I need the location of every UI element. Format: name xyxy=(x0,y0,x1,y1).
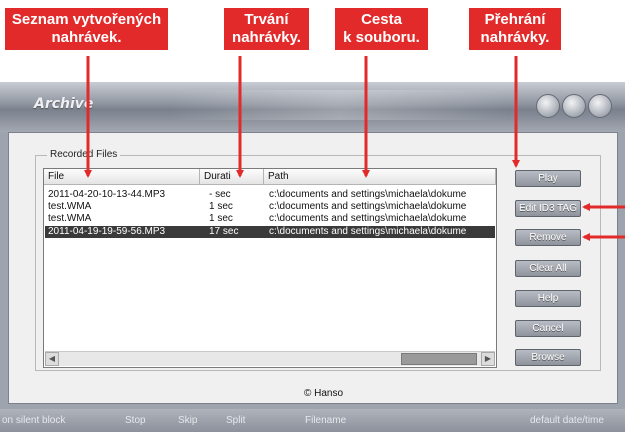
callout-text: Trvání xyxy=(244,11,289,28)
file-cell: 2011-04-19-19-59-56.MP3 xyxy=(48,226,166,237)
callout-text: k souboru. xyxy=(343,29,420,46)
edit-id3-tag-button[interactable]: Edit ID3 TAG xyxy=(515,200,581,217)
scroll-right-arrow-icon[interactable]: ▶ xyxy=(481,352,495,366)
callout-text: Přehrání xyxy=(484,11,546,28)
callout-text: Seznam vytvořených xyxy=(11,11,162,28)
clear-all-button[interactable]: Clear All xyxy=(515,260,581,277)
minimize-button[interactable] xyxy=(536,94,560,118)
status-split[interactable]: Split xyxy=(226,415,245,426)
status-stop[interactable]: Stop xyxy=(125,415,146,426)
callout-text: nahrávek. xyxy=(51,29,122,46)
close-button[interactable] xyxy=(588,94,612,118)
callout-text: nahrávky. xyxy=(232,29,301,46)
copyright-text: © Hanso xyxy=(304,388,344,399)
title-bar[interactable]: Archive xyxy=(0,82,625,132)
status-datetime: default date/time xyxy=(530,415,604,426)
status-bar: on silent block Stop Skip Split Filename… xyxy=(0,409,625,432)
duration-cell: 1 sec xyxy=(209,201,233,212)
file-cell: 2011-04-20-10-13-44.MP3 xyxy=(48,189,166,200)
scroll-left-arrow-icon[interactable]: ◀ xyxy=(45,352,59,366)
window-title: Archive xyxy=(34,96,94,112)
column-header-file[interactable]: File xyxy=(44,169,200,185)
status-filename: Filename xyxy=(305,415,347,426)
callout-path: Cesta k souboru. xyxy=(335,8,428,50)
status-silent-block: on silent block xyxy=(2,415,66,426)
duration-cell: 1 sec xyxy=(209,213,233,224)
table-row[interactable]: test.WMA 1 sec c:\documents and settings… xyxy=(45,201,495,213)
path-cell: c:\documents and settings\michaela\dokum… xyxy=(269,201,467,212)
callout-text: nahrávky. xyxy=(480,29,550,46)
path-cell: c:\documents and settings\michaela\dokum… xyxy=(269,213,467,224)
group-label: Recorded Files xyxy=(47,149,121,160)
callout-playback: Přehrání nahrávky. xyxy=(469,8,561,50)
horizontal-scrollbar[interactable]: ◀ ▶ xyxy=(45,351,495,366)
table-row-selected[interactable]: 2011-04-19-19-59-56.MP3 17 sec c:\docume… xyxy=(44,225,496,239)
scroll-thumb[interactable] xyxy=(401,353,477,365)
duration-cell: - sec xyxy=(209,189,231,200)
callout-recorded-list: Seznam vytvořených nahrávek. xyxy=(5,8,168,50)
path-cell: c:\documents and settings\michaela\dokum… xyxy=(269,189,467,200)
main-panel: Recorded Files File Durati Path 2011-04-… xyxy=(8,132,618,404)
callout-text: Cesta xyxy=(361,11,402,28)
table-row[interactable]: 2011-04-20-10-13-44.MP3 - sec c:\documen… xyxy=(45,189,495,201)
table-row[interactable]: test.WMA 1 sec c:\documents and settings… xyxy=(45,213,495,225)
maximize-button[interactable] xyxy=(562,94,586,118)
status-skip[interactable]: Skip xyxy=(178,415,197,426)
file-cell: test.WMA xyxy=(48,201,92,212)
callout-duration: Trvání nahrávky. xyxy=(224,8,309,50)
help-button[interactable]: Help xyxy=(515,290,581,307)
recorded-files-list[interactable]: File Durati Path 2011-04-20-10-13-44.MP3… xyxy=(43,168,497,368)
duration-cell: 17 sec xyxy=(209,226,239,237)
browse-button[interactable]: Browse xyxy=(515,349,581,366)
path-cell: c:\documents and settings\michaela\dokum… xyxy=(269,226,467,237)
column-header-path[interactable]: Path xyxy=(264,169,496,185)
play-button[interactable]: Play xyxy=(515,170,581,187)
archive-window: Archive Recorded Files File Durati Path … xyxy=(0,82,625,432)
file-cell: test.WMA xyxy=(48,213,92,224)
column-header-duration[interactable]: Durati xyxy=(200,169,264,185)
cancel-button[interactable]: Cancel xyxy=(515,320,581,337)
title-glow xyxy=(170,90,510,120)
remove-button[interactable]: Remove xyxy=(515,229,581,246)
